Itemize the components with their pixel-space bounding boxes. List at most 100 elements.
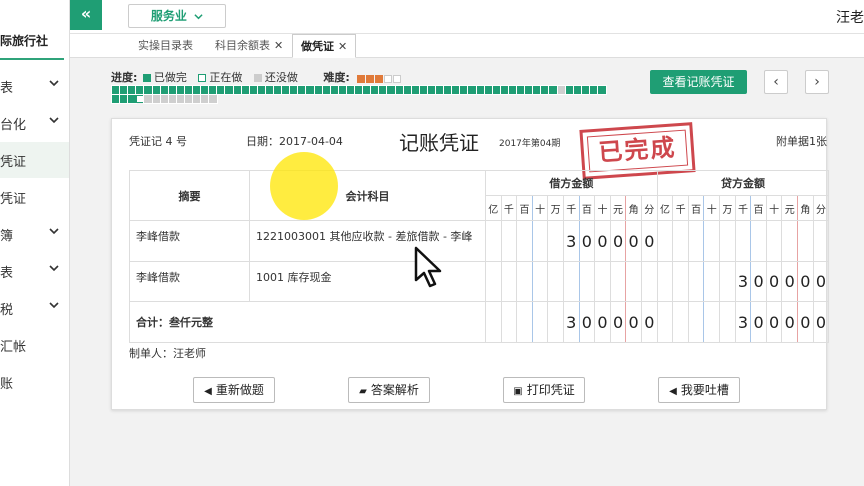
- debit-digit[interactable]: [485, 261, 502, 302]
- progress-cell-done[interactable]: [183, 85, 194, 95]
- next-button[interactable]: ›: [805, 70, 829, 94]
- prev-button[interactable]: ‹: [764, 70, 788, 94]
- progress-cell-done[interactable]: [143, 85, 154, 95]
- redo-button[interactable]: ◀ 重新做题: [193, 377, 275, 403]
- debit-digit[interactable]: [500, 220, 518, 262]
- debit-digit[interactable]: [516, 220, 533, 262]
- debit-digit[interactable]: [485, 220, 502, 262]
- progress-cell-done[interactable]: [208, 85, 219, 95]
- credit-digit[interactable]: [734, 220, 752, 262]
- credit-digit[interactable]: [687, 261, 705, 302]
- print-button[interactable]: ▣ 打印凭证: [503, 377, 585, 403]
- progress-cell-todo[interactable]: [143, 94, 154, 104]
- progress-cell-todo[interactable]: [167, 94, 178, 104]
- progress-cell-done[interactable]: [483, 85, 494, 95]
- credit-digit[interactable]: [672, 261, 689, 302]
- credit-digit[interactable]: 3: [734, 261, 752, 302]
- sidebar-item[interactable]: 簿: [0, 216, 69, 252]
- progress-cell-done[interactable]: [475, 85, 486, 95]
- user-name[interactable]: 汪老: [836, 7, 864, 27]
- entry-summary[interactable]: 李峰借款: [129, 220, 250, 262]
- debit-digit[interactable]: 0: [578, 220, 596, 262]
- progress-cell-done[interactable]: [200, 85, 211, 95]
- progress-cell-done[interactable]: [256, 85, 267, 95]
- progress-cell-done[interactable]: [305, 85, 316, 95]
- sidebar-item[interactable]: 凭证: [0, 142, 69, 178]
- progress-cell-todo[interactable]: [159, 94, 170, 104]
- credit-digit[interactable]: [812, 220, 830, 262]
- debit-digit[interactable]: 0: [625, 220, 642, 262]
- progress-cell-done[interactable]: [321, 85, 332, 95]
- credit-digit[interactable]: [656, 220, 674, 262]
- entry-summary[interactable]: 李峰借款: [129, 261, 250, 302]
- progress-cell-done[interactable]: [386, 85, 397, 95]
- sidebar-item[interactable]: 汇帐: [0, 327, 69, 363]
- progress-cell-done[interactable]: [345, 85, 356, 95]
- progress-cell-done[interactable]: [175, 85, 186, 95]
- progress-cell-done[interactable]: [240, 85, 251, 95]
- credit-digit[interactable]: [703, 261, 721, 302]
- progress-cell-done[interactable]: [410, 85, 421, 95]
- progress-cell-done[interactable]: [507, 85, 518, 95]
- debit-digit[interactable]: [531, 220, 549, 262]
- debit-digit[interactable]: 3: [562, 220, 580, 262]
- debit-digit[interactable]: 0: [594, 220, 611, 262]
- debit-digit[interactable]: [640, 261, 658, 302]
- sidebar-item[interactable]: 表: [0, 253, 69, 289]
- credit-digit[interactable]: [703, 220, 721, 262]
- collapse-sidebar-button[interactable]: «: [70, 0, 102, 30]
- progress-cell-done[interactable]: [232, 85, 243, 95]
- progress-cell-done[interactable]: [491, 85, 502, 95]
- progress-cell-done[interactable]: [289, 85, 300, 95]
- progress-cell-doing[interactable]: [136, 95, 145, 103]
- progress-cell-done[interactable]: [524, 85, 535, 95]
- credit-digit[interactable]: 0: [797, 261, 814, 302]
- progress-cell-done[interactable]: [313, 85, 324, 95]
- progress-cell-todo[interactable]: [192, 94, 202, 104]
- progress-cell-done[interactable]: [516, 85, 526, 95]
- progress-cell-todo[interactable]: [183, 94, 194, 104]
- credit-digit[interactable]: 0: [765, 261, 783, 302]
- progress-cell-done[interactable]: [402, 85, 413, 95]
- progress-cell-done[interactable]: [564, 85, 575, 95]
- debit-digit[interactable]: [562, 261, 580, 302]
- progress-cell-done[interactable]: [264, 85, 275, 95]
- progress-cell-done[interactable]: [418, 85, 429, 95]
- sidebar-item[interactable]: 台化: [0, 105, 69, 141]
- progress-cell-done[interactable]: [532, 85, 543, 95]
- progress-cell-done[interactable]: [370, 85, 381, 95]
- tab-operation-list[interactable]: 实操目录表: [138, 34, 193, 58]
- progress-cell-done[interactable]: [378, 85, 389, 95]
- progress-cell-done[interactable]: [127, 85, 138, 95]
- progress-cell-done[interactable]: [135, 85, 146, 95]
- progress-cell-todo[interactable]: [175, 94, 186, 104]
- tab-make-voucher[interactable]: 做凭证 ✕: [292, 34, 357, 58]
- entry-account[interactable]: 1001 库存现金: [249, 261, 486, 302]
- progress-cell-todo[interactable]: [208, 94, 219, 104]
- credit-digit[interactable]: 0: [812, 261, 830, 302]
- progress-cell-done[interactable]: [499, 85, 510, 95]
- progress-cell-done[interactable]: [548, 85, 559, 95]
- progress-cell-done[interactable]: [248, 85, 259, 95]
- progress-cell-done[interactable]: [451, 85, 462, 95]
- progress-cell-done[interactable]: [459, 85, 470, 95]
- tab-account-balance[interactable]: 科目余额表 ✕: [215, 34, 283, 58]
- progress-cell-done[interactable]: [119, 94, 130, 104]
- progress-cell-done[interactable]: [273, 85, 283, 95]
- progress-cell-done[interactable]: [588, 85, 599, 95]
- entry-account[interactable]: 1221003001 其他应收款 - 差旅借款 - 李峰: [249, 220, 486, 262]
- progress-cell-done[interactable]: [443, 85, 454, 95]
- view-voucher-button[interactable]: 查看记账凭证: [650, 70, 747, 94]
- progress-cell-done[interactable]: [119, 85, 130, 95]
- service-dropdown[interactable]: 服务业: [128, 4, 226, 28]
- credit-digit[interactable]: [765, 220, 783, 262]
- sidebar-item[interactable]: 表: [0, 68, 69, 104]
- progress-cell-done[interactable]: [337, 85, 348, 95]
- credit-digit[interactable]: [719, 220, 736, 262]
- progress-cell-done[interactable]: [426, 85, 437, 95]
- debit-digit[interactable]: [594, 261, 611, 302]
- credit-digit[interactable]: [656, 261, 674, 302]
- progress-cell-done[interactable]: [297, 85, 308, 95]
- credit-digit[interactable]: [687, 220, 705, 262]
- credit-digit[interactable]: [781, 220, 799, 262]
